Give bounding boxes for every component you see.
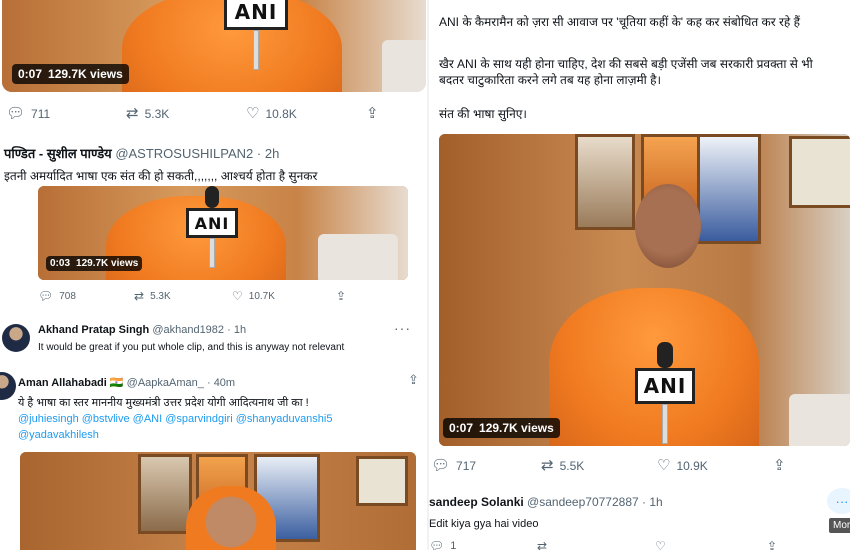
reply1-header: Akhand Pratap Singh @akhand1982 · 1h	[38, 324, 247, 336]
video-views: 129.7K views	[76, 258, 139, 269]
certificate-frame	[356, 456, 408, 506]
video-views: 129.7K views	[48, 67, 123, 81]
reply-button[interactable]: 💬︎ 717	[431, 458, 541, 473]
mic-logo: ANI	[635, 368, 695, 404]
heart-icon: ♡	[246, 104, 260, 122]
tweet2-video[interactable]: ANI 0:03 129.7K views	[38, 186, 408, 280]
video-badge: 0:07 129.7K views	[12, 64, 129, 84]
more-tooltip: Mor	[829, 518, 850, 533]
share-button[interactable]: ⇪	[767, 540, 777, 550]
reply-header: sandeep Solanki @sandeep70772887 · 1h	[429, 495, 663, 509]
video-badge: 0:03 129.7K views	[46, 256, 143, 271]
reply2-video[interactable]	[20, 452, 416, 550]
reply-button[interactable]: 💬︎ 711	[6, 106, 126, 121]
tweet2-text: इतनी अमर्यादित भाषा एक संत की हो सकती,,,…	[4, 169, 318, 183]
retweet-icon: ⇄	[126, 104, 139, 122]
author-name[interactable]: sandeep Solanki	[429, 495, 524, 509]
video-person-head	[635, 184, 701, 268]
reply-text: Edit kiya gya hai video	[429, 518, 539, 530]
tweet2-header: पण्डित - सुशील पाण्डेय @ASTROSUSHILPAN2 …	[4, 146, 280, 161]
tweet-time[interactable]: 40m	[214, 377, 235, 389]
tweet2-actions: 💬︎ 708 ⇄ 5.3K ♡ 10.7K ⇪	[38, 290, 378, 302]
reply1-text: It would be great if you put whole clip,…	[38, 342, 345, 353]
tweet-text-line1: ANI के कैमरामैन को ज़रा सी आवाज पर 'चूति…	[439, 15, 800, 29]
ani-microphone: ANI	[186, 186, 238, 268]
share-button[interactable]: ⇪	[366, 106, 379, 121]
video-time: 0:03	[50, 258, 71, 269]
share-icon[interactable]: ⇪	[408, 374, 419, 387]
more-icon[interactable]: ···	[394, 320, 411, 336]
tweet-time[interactable]: 1h	[234, 324, 246, 336]
reply-icon: 💬︎	[431, 456, 451, 474]
tweet-actions: 💬︎ 717 ⇄ 5.5K ♡ 10.9K ⇪	[431, 458, 831, 473]
tweet-text-line2: खैर ANI के साथ यही होना चाहिए, देश की सब…	[439, 57, 813, 71]
author-handle[interactable]: @akhand1982	[152, 324, 224, 336]
reply-icon: 💬︎	[6, 104, 26, 122]
video-views: 129.7K views	[479, 421, 554, 435]
portrait-frame	[575, 134, 635, 230]
tweet1-actions: 💬︎ 711 ⇄ 5.3K ♡ 10.8K ⇪	[6, 106, 406, 121]
author-name[interactable]: Akhand Pratap Singh	[38, 324, 149, 336]
tweet-text-line3: बदतर चाटुकारिता करने लगे तब यह होना लाज़…	[439, 73, 662, 87]
reply2-header: Aman Allahabadi 🇮🇳 @AapkaAman_ · 40m	[18, 377, 236, 389]
like-button[interactable]: ♡ 10.7K	[232, 290, 336, 302]
reply2-mentions[interactable]: @juhiesingh @bstvlive @ANI @sparvindgiri…	[18, 411, 332, 427]
retweet-icon: ⇄	[541, 456, 554, 474]
left-screenshot: ANI 0:07 129.7K views 💬︎ 711 ⇄ 5.3K ♡ 10.8K…	[0, 0, 427, 550]
tweet-text-line4: संत की भाषा सुनिए।	[439, 107, 527, 121]
retweet-icon: ⇄	[537, 539, 548, 550]
reply2-mentions-2[interactable]: @yadavakhilesh	[18, 427, 99, 443]
video-badge: 0:07 129.7K views	[443, 418, 560, 438]
retweet-button[interactable]: ⇄	[537, 540, 655, 550]
share-button[interactable]: ⇪	[773, 458, 786, 473]
share-button[interactable]: ⇪	[336, 290, 346, 302]
share-icon: ⇪	[767, 539, 778, 550]
reply-icon: 💬︎	[429, 539, 445, 550]
reply-button[interactable]: 💬︎ 708	[38, 290, 134, 302]
mic-logo: ANI	[186, 208, 238, 238]
retweet-icon: ⇄	[134, 289, 145, 303]
share-icon: ⇪	[336, 289, 347, 303]
tweet-time[interactable]: 2h	[265, 146, 279, 161]
heart-icon: ♡	[657, 456, 671, 474]
certificate-frame	[789, 136, 850, 208]
author-handle[interactable]: @sandeep70772887	[527, 495, 639, 509]
avatar[interactable]	[0, 372, 16, 400]
like-button[interactable]: ♡ 10.9K	[657, 458, 773, 473]
tweet1-video[interactable]: ANI 0:07 129.7K views	[2, 0, 426, 92]
like-button[interactable]: ♡ 10.8K	[246, 106, 366, 121]
author-handle[interactable]: @AapkaAman_	[127, 377, 204, 389]
author-name[interactable]: Aman Allahabadi	[18, 377, 107, 389]
reply-actions: 💬︎ 1 ⇄ ♡ ⇪	[429, 540, 789, 550]
like-button[interactable]: ♡	[655, 540, 767, 550]
right-screenshot: ANI के कैमरामैन को ज़रा सी आवाज पर 'चूति…	[429, 0, 850, 550]
avatar[interactable]	[2, 324, 30, 352]
share-icon: ⇪	[366, 104, 379, 122]
reply2-text: ये है भाषा का स्तर माननीय मुख्यमंत्री उत…	[18, 397, 309, 409]
video-time: 0:07	[449, 421, 474, 435]
reply-icon: 💬︎	[38, 289, 54, 303]
author-name[interactable]: पण्डित - सुशील पाण्डेय	[4, 146, 112, 161]
heart-icon: ♡	[232, 289, 243, 303]
video-time: 0:07	[18, 67, 43, 81]
tweet-video[interactable]: ANI 0:07 129.7K views	[439, 134, 850, 446]
portrait-frame	[697, 134, 761, 244]
portrait-frame	[138, 454, 192, 534]
video-person	[186, 486, 276, 550]
more-button[interactable]: ···	[827, 488, 850, 514]
reply-button[interactable]: 💬︎ 1	[429, 540, 537, 550]
tweet-time[interactable]: 1h	[649, 495, 662, 509]
retweet-button[interactable]: ⇄ 5.5K	[541, 458, 657, 473]
retweet-button[interactable]: ⇄ 5.3K	[134, 290, 232, 302]
mic-logo: ANI	[224, 0, 288, 30]
video-wall	[382, 40, 426, 92]
ani-microphone: ANI	[635, 342, 695, 444]
author-handle[interactable]: @ASTROSUSHILPAN2	[115, 146, 253, 161]
heart-icon: ♡	[655, 539, 666, 550]
india-flag-icon: 🇮🇳	[109, 377, 124, 389]
retweet-button[interactable]: ⇄ 5.3K	[126, 106, 246, 121]
share-icon: ⇪	[773, 456, 786, 474]
ani-microphone: ANI	[224, 0, 288, 70]
